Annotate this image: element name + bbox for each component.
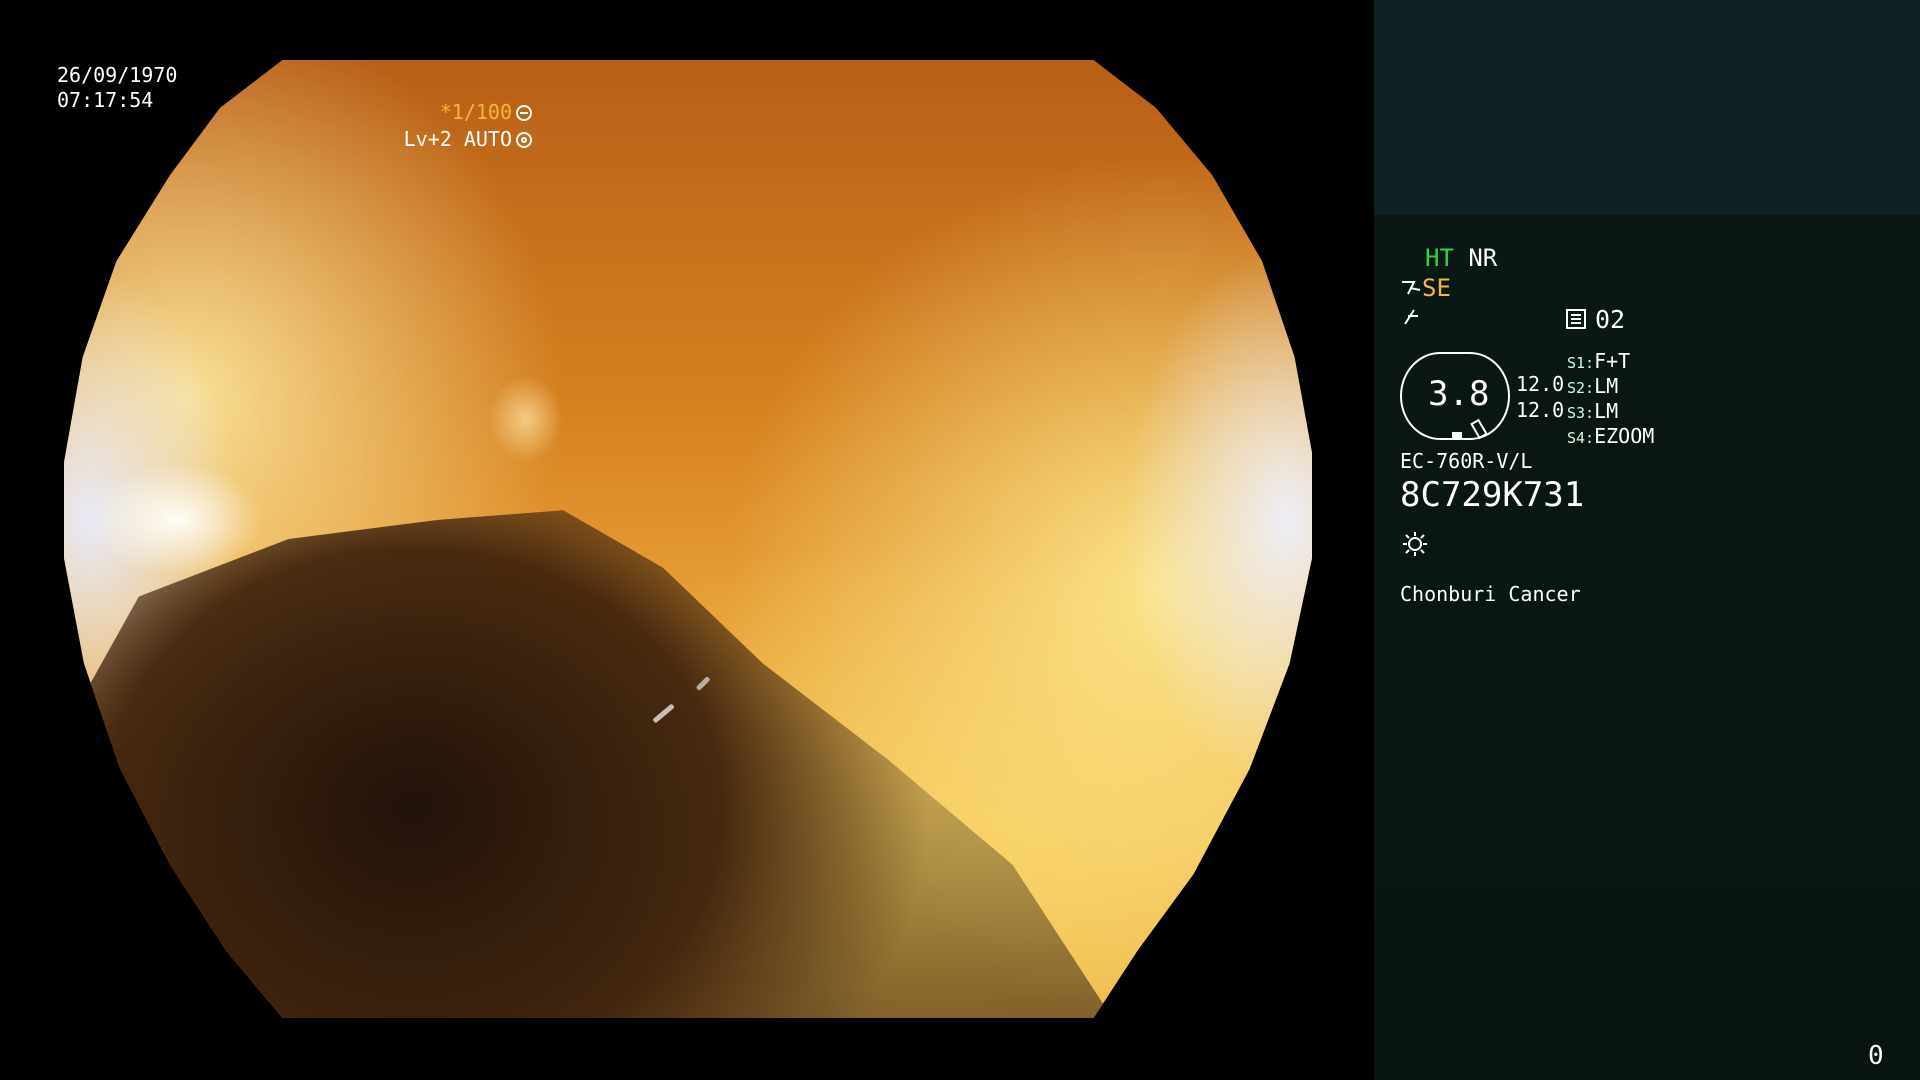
se-label: SE	[1422, 274, 1451, 302]
doc-icon	[1566, 309, 1586, 329]
frame-counter: 0	[1868, 1041, 1884, 1071]
scope-model: EC-760R-V/L	[1400, 449, 1533, 473]
shutter-icon	[516, 105, 532, 121]
switch-s4: S4:EZOOM	[1567, 424, 1655, 448]
structure-icon	[1402, 281, 1421, 295]
date-text: 26/09/1970	[57, 63, 178, 87]
ht-label: HT	[1425, 244, 1454, 272]
endoscopic-image	[64, 60, 1312, 1018]
shutter-indicator: *1/100	[440, 100, 532, 124]
switch-s1: S1:F+T	[1567, 349, 1631, 373]
panel-header-area	[1374, 0, 1920, 215]
value-1: 12.0	[1516, 372, 1565, 396]
scope-serial: 8C729K731	[1400, 475, 1585, 515]
ht-nr-line: HT NR	[1425, 244, 1497, 272]
value-2: 12.0	[1516, 398, 1565, 422]
time-text: 07:17:54	[57, 88, 154, 112]
hospital-name: Chonburi Cancer	[1400, 582, 1581, 606]
gauge-tip	[1470, 418, 1488, 440]
level-indicator: Lv+2 AUTO	[404, 127, 532, 151]
endoscope-view: 26/09/1970 07:17:54 *1/100 Lv+2 AUTO	[0, 0, 1374, 1080]
color-tone-icon	[1404, 309, 1418, 325]
se-line: SE	[1400, 274, 1451, 302]
switch-s3: S3:LM	[1567, 399, 1619, 423]
switch-s2: S2:LM	[1567, 374, 1619, 398]
page-number: 02	[1595, 305, 1626, 334]
shutter-text: *1/100	[439, 100, 512, 124]
info-panel	[1374, 0, 1920, 1080]
light-glare	[488, 376, 564, 463]
light-icon	[1403, 532, 1427, 556]
auto-level-icon	[516, 132, 532, 148]
gauge-marker	[1452, 432, 1462, 438]
nr-label: NR	[1468, 244, 1498, 272]
magnification-value: 3.8	[1428, 374, 1490, 414]
magnification-gauge: 3.8	[1400, 352, 1510, 440]
level-text: Lv+2 AUTO	[403, 127, 512, 151]
